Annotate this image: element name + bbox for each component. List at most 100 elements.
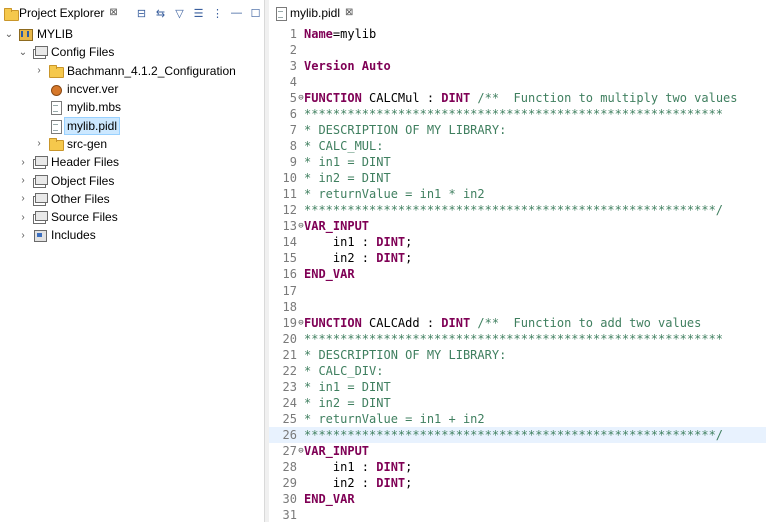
code-keyword: FUNCTION: [304, 315, 362, 330]
chevron-right-icon[interactable]: ›: [17, 157, 29, 168]
config-files-icon: [32, 45, 48, 60]
tree-item-bachmann-config[interactable]: › Bachmann_4.1.2_Configuration: [0, 62, 264, 80]
code-line[interactable]: 22 * CALC_DIV:: [269, 363, 766, 379]
code-line[interactable]: 29 in2 : DINT;: [269, 475, 766, 491]
code-line[interactable]: 10 * in2 = DINT: [269, 170, 766, 186]
code-line[interactable]: 16 END_VAR: [269, 266, 766, 282]
tree-item-includes[interactable]: › Includes: [0, 226, 264, 244]
code-line[interactable]: 7 * DESCRIPTION OF MY LIBRARY:: [269, 122, 766, 138]
view-menu-icon[interactable]: ⋮: [210, 6, 225, 21]
code-text: ;: [405, 475, 413, 490]
code-comment: * DESCRIPTION OF MY LIBRARY:: [304, 123, 507, 138]
line-number: 6: [289, 107, 297, 122]
code-line[interactable]: 14 in1 : DINT;: [269, 234, 766, 250]
tree-item-incver[interactable]: incver.ver: [0, 80, 264, 98]
code-text-area[interactable]: 1 Name=mylib 2 3 Version Auto 4 5 ⊖ FUNCTION CAL…: [269, 26, 766, 523]
code-line[interactable]: 15 in2 : DINT;: [269, 250, 766, 266]
code-line[interactable]: 13 ⊖ VAR_INPUT: [269, 218, 766, 234]
code-line[interactable]: 24 * in2 = DINT: [269, 395, 766, 411]
chevron-right-icon[interactable]: ›: [33, 138, 45, 149]
chevron-right-icon[interactable]: ›: [17, 230, 29, 241]
line-number: 9: [289, 155, 297, 170]
close-icon[interactable]: ⊠: [345, 7, 353, 18]
object-files-icon: [32, 174, 48, 188]
tree-item-label: Object Files: [51, 173, 115, 188]
fold-collapse-icon[interactable]: ⊖: [297, 315, 305, 331]
chevron-down-icon[interactable]: ⌄: [3, 29, 15, 40]
code-line[interactable]: 23 * in1 = DINT: [269, 379, 766, 395]
line-number: 22: [282, 363, 297, 378]
code-line[interactable]: 28 in1 : DINT;: [269, 459, 766, 475]
code-line[interactable]: 9 * in1 = DINT: [269, 154, 766, 170]
close-icon[interactable]: ⊠: [109, 7, 117, 18]
code-text: in2 :: [304, 251, 377, 266]
code-line[interactable]: 18: [269, 299, 766, 315]
tree-item-source-files[interactable]: › Source Files: [0, 208, 264, 226]
code-line[interactable]: 3 Version Auto: [269, 58, 766, 74]
version-file-icon: [48, 82, 63, 97]
code-line[interactable]: 17: [269, 283, 766, 299]
code-line[interactable]: 26 **************************************…: [269, 426, 766, 443]
explorer-tabbar: Project Explorer ⊠ ⊟ ⇆ ▽ ☰ ⋮ — ☐: [0, 0, 264, 25]
code-line[interactable]: 8 * CALC_MUL:: [269, 138, 766, 154]
code-keyword: DINT: [376, 475, 406, 490]
tree-item-config-files[interactable]: ⌄ Config Files: [0, 43, 264, 61]
code-keyword: DINT: [441, 91, 471, 106]
tree-item-src-gen[interactable]: › src-gen: [0, 135, 264, 153]
code-line[interactable]: 4: [269, 74, 766, 90]
tree-item-other-files[interactable]: › Other Files: [0, 190, 264, 208]
code-keyword: DINT: [376, 235, 406, 250]
collapse-all-icon[interactable]: ⊟: [134, 6, 149, 21]
code-keyword: END_VAR: [304, 491, 355, 506]
tree-item-mylib-pidl[interactable]: mylib.pidl: [0, 116, 264, 135]
code-line[interactable]: 27 ⊖ VAR_INPUT: [269, 443, 766, 459]
tree-item-label: Header Files: [51, 155, 120, 170]
link-editor-icon[interactable]: ⇆: [153, 6, 168, 21]
tree-item-object-files[interactable]: › Object Files: [0, 171, 264, 189]
code-line[interactable]: 2: [269, 42, 766, 58]
code-line[interactable]: 12 **************************************…: [269, 202, 766, 218]
tab-project-explorer[interactable]: Project Explorer ⊠: [0, 0, 130, 25]
minimize-icon[interactable]: —: [229, 6, 244, 21]
project-explorer-view: Project Explorer ⊠ ⊟ ⇆ ▽ ☰ ⋮ — ☐ ⌄ MYLIB…: [0, 0, 264, 522]
line-number: 17: [282, 283, 297, 298]
tab-mylib-pidl[interactable]: mylib.pidl ⊠: [273, 0, 353, 25]
tree-item-label: Source Files: [51, 210, 118, 225]
chevron-down-icon[interactable]: ⌄: [17, 47, 29, 58]
code-comment: * returnValue = in1 + in2: [304, 411, 485, 426]
focus-icon[interactable]: ☰: [191, 6, 206, 21]
code-line[interactable]: 19 ⊖ FUNCTION CALCAdd : DINT /** Function …: [269, 315, 766, 331]
explorer-tab-label: Project Explorer: [19, 5, 105, 20]
tree-item-mylib[interactable]: ⌄ MYLIB: [0, 25, 264, 43]
chevron-right-icon[interactable]: ›: [17, 212, 29, 223]
chevron-right-icon[interactable]: ›: [33, 65, 45, 76]
code-line[interactable]: 21 * DESCRIPTION OF MY LIBRARY:: [269, 347, 766, 363]
code-line[interactable]: 30 END_VAR: [269, 491, 766, 507]
fold-collapse-icon[interactable]: ⊖: [297, 90, 305, 106]
tree-item-mylib-mbs[interactable]: mylib.mbs: [0, 98, 264, 116]
code-line[interactable]: 5 ⊖ FUNCTION CALCMul : DINT /** Function t…: [269, 90, 766, 106]
code-text: CALCMul :: [361, 91, 442, 106]
line-number: 27: [282, 443, 297, 458]
code-line[interactable]: 11 * returnValue = in1 * in2: [269, 186, 766, 202]
filter-icon[interactable]: ▽: [172, 6, 187, 21]
code-line[interactable]: 25 * returnValue = in1 + in2: [269, 411, 766, 427]
fold-collapse-icon[interactable]: ⊖: [297, 443, 305, 459]
code-keyword: END_VAR: [304, 267, 355, 282]
line-number: 4: [289, 75, 297, 90]
tree-item-header-files[interactable]: › Header Files: [0, 153, 264, 171]
line-number: 31: [282, 507, 297, 522]
chevron-right-icon[interactable]: ›: [17, 193, 29, 204]
code-line[interactable]: 1 Name=mylib: [269, 26, 766, 42]
tree-item-label: mylib.pidl: [63, 116, 121, 135]
code-line[interactable]: 6 ***************************************…: [269, 106, 766, 122]
code-comment: /** Function to multiply two values: [477, 91, 738, 106]
source-files-icon: [32, 210, 48, 225]
chevron-right-icon[interactable]: ›: [17, 175, 29, 186]
code-comment: * returnValue = in1 * in2: [304, 187, 485, 202]
fold-collapse-icon[interactable]: ⊖: [297, 218, 305, 234]
maximize-icon[interactable]: ☐: [248, 6, 263, 21]
code-line[interactable]: 31: [269, 507, 766, 523]
code-line[interactable]: 20 **************************************…: [269, 331, 766, 347]
code-comment: ****************************************…: [304, 203, 724, 218]
